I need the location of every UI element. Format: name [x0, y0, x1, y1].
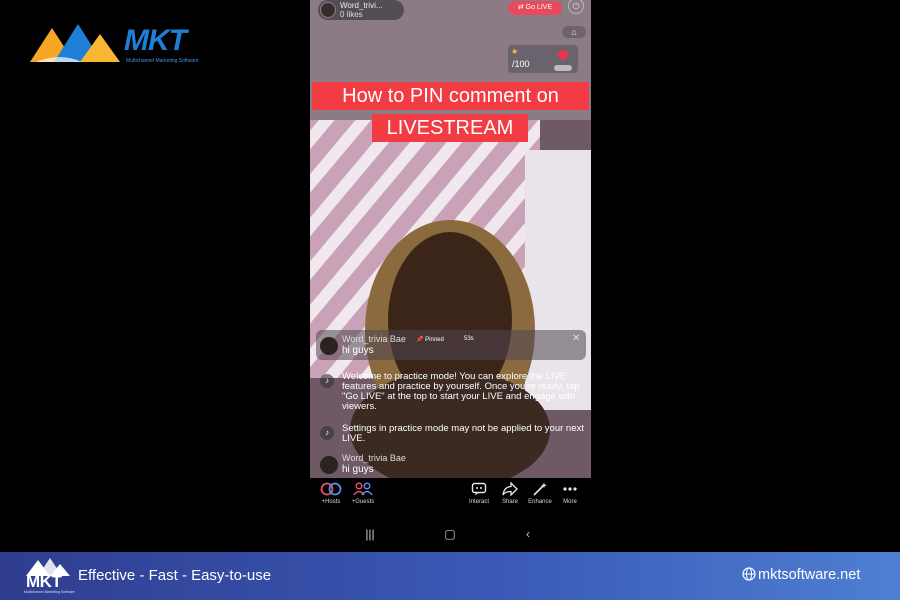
host-name: Word_trivi... [340, 1, 383, 10]
back-icon[interactable]: ‹ [518, 526, 538, 542]
brand-logo: MKT Multichannel Marketing Software [30, 22, 220, 70]
mountain-logo-icon [30, 24, 120, 62]
system-message-text: Settings in practice mode may not be app… [342, 423, 584, 444]
more-icon [563, 487, 577, 491]
interact-label: Interact [468, 499, 489, 505]
go-live-button[interactable]: ⇄ Go LIVE [508, 1, 562, 15]
system-message-text: Welcome to practice mode! You can explor… [342, 371, 580, 412]
brand-logo-subtitle: Multichannel Marketing Software [126, 58, 199, 64]
guests-icon [353, 482, 373, 496]
more-button[interactable]: More [553, 482, 587, 505]
pinned-comment-user: Word_trivia Bae [342, 334, 406, 344]
hosts-label: +Hosts [321, 499, 341, 505]
live-top-bar: Word_trivi... 0 likes ⇄ Go LIVE ⏻ [310, 0, 591, 22]
comment-item[interactable]: Word_trivia Bae hi guys [316, 452, 586, 476]
pinned-badge: 📌 Pinned [416, 337, 444, 343]
tiktok-icon: ♪ [320, 426, 334, 440]
share-button[interactable]: Share [493, 482, 527, 505]
website-text: mktsoftware.net [758, 567, 861, 583]
more-label: More [563, 499, 577, 505]
goal-chip [554, 65, 572, 71]
headline-line-2: LIVESTREAM [372, 114, 528, 142]
close-icon[interactable]: ⏻ [568, 0, 584, 14]
hosts-icon [320, 482, 342, 496]
enhance-label: Enhance [528, 499, 552, 505]
comment-text: hi guys [342, 464, 374, 475]
unpin-close-icon[interactable]: ✕ [572, 333, 580, 344]
android-nav-bar: ||| ▢ ‹ [310, 524, 591, 544]
host-info[interactable]: Word_trivi... 0 likes [318, 0, 404, 20]
system-message: ♪ Welcome to practice mode! You can expl… [316, 372, 586, 416]
avatar [320, 456, 338, 474]
pinned-timer: 53s [464, 336, 474, 342]
goal-count: /100 [512, 59, 530, 69]
footer-banner: MKT Multichannel Marketing Software Effe… [0, 552, 900, 600]
likes-count: 0 likes [340, 10, 363, 19]
star-icon: ★ [511, 47, 519, 56]
brand-logo-text: MKT [124, 24, 187, 57]
recent-apps-icon[interactable]: ||| [360, 526, 380, 542]
home-icon[interactable]: ⌂ [562, 26, 586, 38]
gift-icon [556, 49, 570, 61]
goal-widget[interactable]: ★ /100 [508, 45, 578, 73]
headline-line-1: How to PIN comment on [312, 82, 589, 110]
avatar [320, 337, 338, 355]
guests-button[interactable]: +Guests [346, 482, 380, 505]
enhance-icon [533, 482, 547, 496]
website-link[interactable]: mktsoftware.net [742, 567, 860, 583]
hosts-button[interactable]: +Hosts [314, 482, 348, 505]
interact-icon [471, 482, 487, 496]
share-label: Share [501, 499, 518, 505]
footer-logo-subtitle: Multichannel Marketing Software [24, 590, 75, 594]
globe-icon [742, 567, 756, 581]
enhance-button[interactable]: Enhance [523, 482, 557, 505]
comment-user: Word_trivia Bae [342, 453, 406, 463]
pinned-badge-label: Pinned [425, 337, 444, 343]
live-controls-bar: +Hosts +Guests Interact Share Enhance Mo… [310, 482, 591, 512]
host-avatar [320, 2, 336, 18]
pinned-comment-text: hi guys [342, 345, 374, 356]
footer-tagline: Effective - Fast - Easy-to-use [78, 567, 272, 584]
guests-label: +Guests [351, 499, 375, 505]
pinned-comment[interactable]: Word_trivia Bae 📌 Pinned 53s ✕ hi guys [316, 330, 586, 360]
interact-button[interactable]: Interact [462, 482, 496, 505]
system-message: ♪ Settings in practice mode may not be a… [316, 424, 586, 446]
share-icon [502, 482, 518, 496]
home-button-icon[interactable]: ▢ [440, 526, 460, 542]
footer-logo-text: MKT [26, 572, 62, 591]
tiktok-icon: ♪ [320, 374, 334, 388]
livestream-screen: Word_trivi... 0 likes ⇄ Go LIVE ⏻ ⌂ ★ /1… [310, 0, 591, 478]
